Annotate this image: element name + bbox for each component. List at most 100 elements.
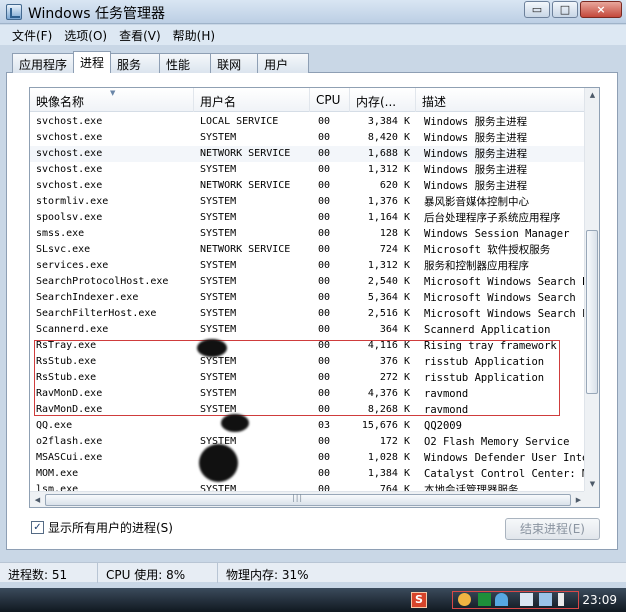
- maximize-button[interactable]: □: [552, 1, 578, 18]
- process-image-name: QQ.exe: [36, 420, 73, 431]
- tab-networking[interactable]: 联网: [210, 53, 259, 73]
- process-memory: 4,116 K: [367, 340, 410, 351]
- process-row[interactable]: spoolsv.exe SYSTEM 00 1,164 K 后台处理程序子系统应用程序: [30, 210, 586, 226]
- vertical-scroll-thumb[interactable]: [586, 230, 598, 394]
- process-description: QQ2009: [424, 420, 462, 432]
- process-cpu: 00: [318, 132, 331, 143]
- process-image-name: smss.exe: [36, 228, 85, 239]
- network-tray-icon[interactable]: [539, 593, 552, 606]
- menu-options[interactable]: 选项(O): [58, 25, 113, 45]
- process-row[interactable]: RavMonD.exe SYSTEM 00 8,268 K ravmond: [30, 402, 586, 418]
- process-cpu: 00: [318, 388, 331, 399]
- show-all-users-checkbox[interactable]: ✓: [31, 521, 44, 534]
- process-row[interactable]: MOM.exe 00 1,384 K Catalyst Control Center:…: [30, 466, 586, 482]
- vertical-scrollbar[interactable]: ▲ ▼: [584, 88, 599, 492]
- tab-services[interactable]: 服务: [110, 53, 161, 73]
- process-row[interactable]: svchost.exe SYSTEM 00 1,312 K Windows 服务主进程: [30, 162, 586, 178]
- process-image-name: spoolsv.exe: [36, 212, 103, 223]
- process-description: 后台处理程序子系统应用程序: [424, 212, 561, 224]
- process-list[interactable]: 映像名称 用户名 CPU 内存(... 描述 ▼ svchost.exe LOCA…: [29, 87, 600, 508]
- process-cpu: 00: [318, 260, 331, 271]
- process-user-name: SYSTEM: [200, 260, 237, 271]
- process-row[interactable]: SearchIndexer.exe SYSTEM 00 5,364 K Microsof…: [30, 290, 586, 306]
- process-row[interactable]: svchost.exe NETWORK SERVICE 00 620 K Windows…: [30, 178, 586, 194]
- process-row[interactable]: SLsvc.exe NETWORK SERVICE 00 724 K Microsoft…: [30, 242, 586, 258]
- process-image-name: o2flash.exe: [36, 436, 103, 447]
- taskbar-app-icon[interactable]: S: [411, 592, 427, 608]
- process-memory: 3,384 K: [367, 116, 410, 127]
- status-cpu-usage: CPU 使用: 8%: [98, 563, 218, 583]
- process-row[interactable]: SearchFilterHost.exe SYSTEM 00 2,516 K Micro…: [30, 306, 586, 322]
- process-cpu: 03: [318, 420, 331, 431]
- umbrella-tray-icon[interactable]: [495, 593, 508, 606]
- process-row[interactable]: svchost.exe SYSTEM 00 8,420 K Windows 服务主进程: [30, 130, 586, 146]
- process-image-name: MSASCui.exe: [36, 452, 103, 463]
- process-cpu: 00: [318, 452, 331, 463]
- process-row[interactable]: RsStub.exe SYSTEM 00 272 K risstub Applicati…: [30, 370, 586, 386]
- qq-tray-icon[interactable]: [458, 593, 471, 606]
- tab-applications[interactable]: 应用程序: [12, 53, 75, 73]
- device-tray-icon[interactable]: [520, 593, 533, 606]
- process-description: ravmond: [424, 404, 469, 416]
- horizontal-scrollbar[interactable]: ◀ ▶: [30, 491, 586, 507]
- close-button[interactable]: ×: [580, 1, 622, 18]
- process-cpu: 00: [318, 228, 331, 239]
- redaction-mark: [197, 339, 227, 357]
- tab-performance[interactable]: 性能: [159, 53, 212, 73]
- volume-tray-icon[interactable]: [558, 593, 571, 606]
- process-description: Microsoft Windows Search F...: [424, 308, 586, 320]
- process-cpu: 00: [318, 244, 331, 255]
- process-user-name: SYSTEM: [200, 164, 237, 175]
- column-user-name[interactable]: 用户名: [194, 88, 310, 112]
- process-memory: 1,028 K: [367, 452, 410, 463]
- process-row[interactable]: Scannerd.exe SYSTEM 00 364 K Scannerd Applic…: [30, 322, 586, 338]
- process-user-name: SYSTEM: [200, 228, 237, 239]
- process-image-name: svchost.exe: [36, 164, 103, 175]
- horizontal-scroll-thumb[interactable]: [45, 493, 571, 506]
- process-row[interactable]: SearchProtocolHost.exe SYSTEM 00 2,540 K Mic…: [30, 274, 586, 290]
- scroll-up-icon[interactable]: ▲: [585, 88, 599, 103]
- scroll-down-icon[interactable]: ▼: [585, 477, 599, 492]
- process-row[interactable]: svchost.exe LOCAL SERVICE 00 3,384 K Windows…: [30, 114, 586, 130]
- process-row[interactable]: o2flash.exe SYSTEM 00 172 K O2 Flash Memory …: [30, 434, 586, 450]
- process-description: Windows Session Manager: [424, 228, 570, 240]
- show-all-users-option[interactable]: ✓ 显示所有用户的进程(S): [31, 519, 173, 536]
- tab-processes[interactable]: 进程: [73, 51, 112, 73]
- process-cpu: 00: [318, 356, 331, 367]
- title-bar: Windows 任务管理器 ▭ □ ×: [0, 0, 626, 24]
- process-cpu: 00: [318, 148, 331, 159]
- process-memory: 364 K: [379, 324, 410, 335]
- menu-help[interactable]: 帮助(H): [167, 25, 221, 45]
- process-user-name: SYSTEM: [200, 404, 237, 415]
- status-physical-memory: 物理内存: 31%: [226, 568, 309, 582]
- scroll-left-icon[interactable]: ◀: [30, 492, 45, 507]
- process-row[interactable]: RavMonD.exe SYSTEM 00 4,376 K ravmond: [30, 386, 586, 402]
- process-memory: 1,164 K: [367, 212, 410, 223]
- menu-file[interactable]: 文件(F): [6, 25, 58, 45]
- process-user-name: LOCAL SERVICE: [200, 116, 279, 127]
- process-image-name: svchost.exe: [36, 116, 103, 127]
- minimize-button[interactable]: ▭: [524, 1, 550, 18]
- menu-view[interactable]: 查看(V): [113, 25, 167, 45]
- process-row[interactable]: MSASCui.exe 00 1,028 K Windows Defender Use…: [30, 450, 586, 466]
- process-row[interactable]: QQ.exe 03 15,676 K QQ2009: [30, 418, 586, 434]
- process-rows: svchost.exe LOCAL SERVICE 00 3,384 K Windows…: [30, 114, 586, 498]
- process-row[interactable]: smss.exe SYSTEM 00 128 K Windows Session Man…: [30, 226, 586, 242]
- process-description: Windows 服务主进程: [424, 180, 528, 192]
- process-memory: 8,420 K: [367, 132, 410, 143]
- process-row[interactable]: services.exe SYSTEM 00 1,312 K 服务和控制器应用程序: [30, 258, 586, 274]
- column-memory[interactable]: 内存(...: [350, 88, 416, 112]
- rising-tray-icon[interactable]: [478, 593, 491, 606]
- end-process-button[interactable]: 结束进程(E): [505, 518, 600, 540]
- window-controls: ▭ □ ×: [524, 1, 622, 18]
- process-row[interactable]: RsTray.exe 00 4,116 K Rising tray framework: [30, 338, 586, 354]
- process-image-name: SearchFilterHost.exe: [36, 308, 157, 319]
- column-description[interactable]: 描述: [416, 88, 586, 112]
- process-image-name: SearchIndexer.exe: [36, 292, 139, 303]
- column-cpu[interactable]: CPU: [310, 88, 350, 112]
- process-memory: 1,376 K: [367, 196, 410, 207]
- process-row[interactable]: stormliv.exe SYSTEM 00 1,376 K 暴风影音媒体控制中心: [30, 194, 586, 210]
- process-row[interactable]: RsStub.exe SYSTEM 00 376 Krisstub Applicati…: [30, 354, 586, 370]
- process-row[interactable]: svchost.exe NETWORK SERVICE 00 1,688 K Windo…: [30, 146, 586, 162]
- tab-users[interactable]: 用户: [257, 53, 310, 73]
